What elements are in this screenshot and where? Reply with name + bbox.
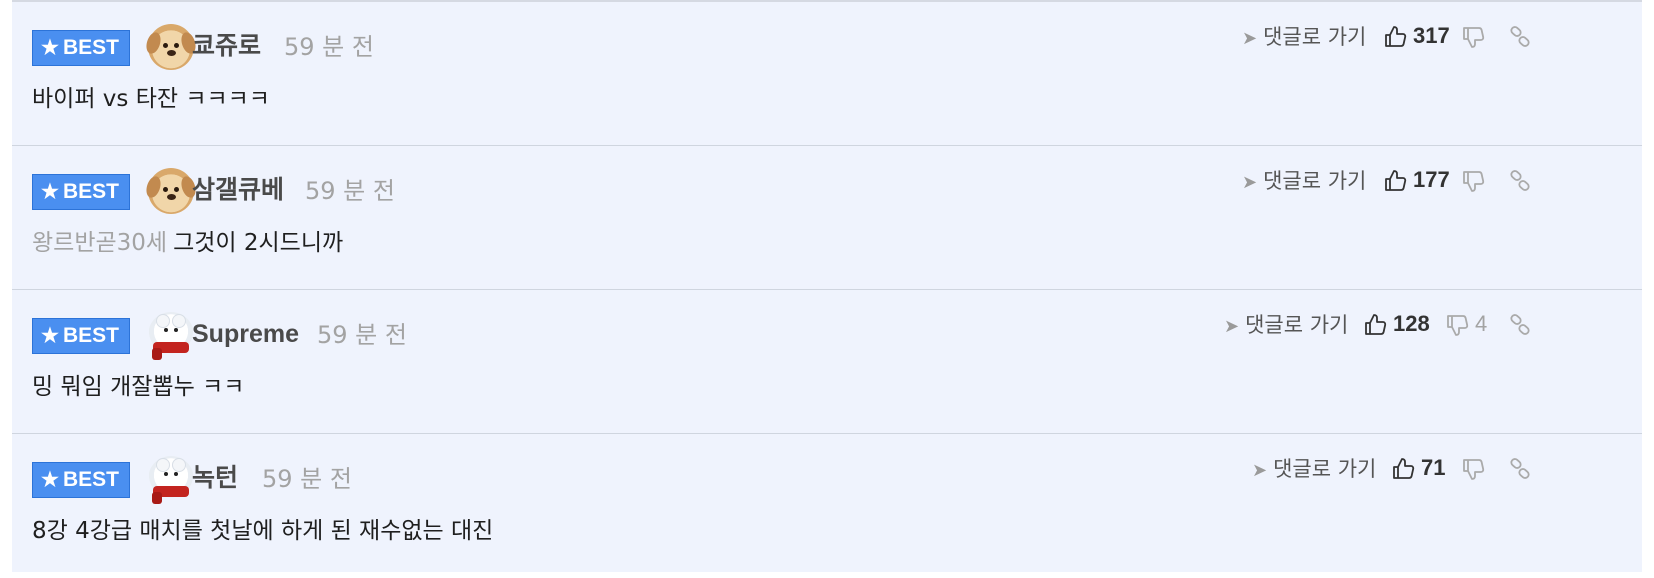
comment-text: 바이퍼 vs 타잔 ㅋㅋㅋㅋ: [32, 82, 270, 116]
thumbs-down-icon[interactable]: [1462, 454, 1486, 484]
upvote-count: 177: [1413, 167, 1450, 192]
best-comments-list: ★ BEST 쿄쥬로 59 분 전 바이퍼 vs 타잔 ㅋㅋㅋㅋ ➤ 댓글로 가기 …: [12, 0, 1642, 572]
username[interactable]: 녹턴: [192, 460, 238, 496]
downvote-count: 4: [1475, 311, 1488, 336]
comment-row: ★ BEST 녹턴 59 분 전 8강 4강급 매치를 첫날에 하게 된 재수없는…: [12, 434, 1642, 578]
send-arrow-icon: ➤: [1224, 316, 1240, 337]
comment-row: ★ BEST Supreme 59 분 전 밍 뭐임 개잘뽑누 ㅋㅋ ➤ 댓글로 가…: [12, 290, 1642, 434]
thumbs-down-icon[interactable]: [1462, 166, 1486, 196]
polar-bear-avatar[interactable]: [148, 456, 194, 504]
comment-text: 왕르반곧30세 그것이 2시드니까: [32, 226, 343, 260]
goto-comment-link[interactable]: ➤ 댓글로 가기: [1242, 166, 1366, 198]
goto-comment-label: 댓글로 가기: [1273, 457, 1377, 481]
goto-comment-label: 댓글로 가기: [1263, 25, 1367, 49]
username[interactable]: Supreme: [192, 316, 299, 352]
star-icon: ★: [41, 181, 59, 203]
timestamp: 59 분 전: [317, 321, 407, 349]
star-icon: ★: [41, 325, 59, 347]
goto-comment-link[interactable]: ➤ 댓글로 가기: [1224, 310, 1348, 342]
comment-row: ★ BEST 쿄쥬로 59 분 전 바이퍼 vs 타잔 ㅋㅋㅋㅋ ➤ 댓글로 가기 …: [12, 2, 1642, 146]
timestamp: 59 분 전: [305, 177, 395, 205]
best-badge-label: BEST: [62, 180, 119, 203]
polar-bear-avatar[interactable]: [148, 312, 194, 360]
puppy-avatar[interactable]: [143, 24, 199, 70]
comment-row: ★ BEST 삼갤큐베 59 분 전 왕르반곧30세 그것이 2시드니까 ➤ 댓글로 …: [12, 146, 1642, 290]
thumbs-up-icon[interactable]: [1392, 454, 1416, 484]
best-badge-label: BEST: [62, 324, 119, 347]
link-icon[interactable]: [1508, 454, 1532, 484]
username[interactable]: 쿄쥬로: [192, 28, 261, 64]
upvote-count: 317: [1413, 23, 1450, 48]
upvote-count: 71: [1421, 455, 1446, 480]
link-icon[interactable]: [1508, 310, 1532, 340]
best-badge: ★ BEST: [32, 318, 130, 354]
star-icon: ★: [41, 469, 59, 491]
goto-comment-label: 댓글로 가기: [1245, 313, 1349, 337]
comment-body: 8강 4강급 매치를 첫날에 하게 된 재수없는 대진: [32, 518, 494, 544]
comment-body: 그것이 2시드니까: [173, 230, 344, 256]
star-icon: ★: [41, 37, 59, 59]
thumbs-up-icon[interactable]: [1384, 166, 1408, 196]
comment-text: 8강 4강급 매치를 첫날에 하게 된 재수없는 대진: [32, 514, 493, 548]
reply-mention[interactable]: 왕르반곧30세: [32, 230, 167, 256]
thumbs-up-icon[interactable]: [1364, 310, 1388, 340]
puppy-avatar[interactable]: [143, 168, 199, 214]
username[interactable]: 삼갤큐베: [192, 172, 284, 208]
best-badge-label: BEST: [62, 468, 119, 491]
send-arrow-icon: ➤: [1242, 172, 1258, 193]
best-badge: ★ BEST: [32, 30, 130, 66]
best-badge: ★ BEST: [32, 174, 130, 210]
best-badge-label: BEST: [62, 36, 119, 59]
comment-body: 밍 뭐임 개잘뽑누 ㅋㅋ: [32, 374, 245, 400]
goto-comment-label: 댓글로 가기: [1263, 169, 1367, 193]
comment-text: 밍 뭐임 개잘뽑누 ㅋㅋ: [32, 370, 244, 404]
timestamp: 59 분 전: [262, 465, 352, 493]
link-icon[interactable]: [1508, 166, 1532, 196]
comment-body: 바이퍼 vs 타잔 ㅋㅋㅋㅋ: [32, 86, 270, 112]
thumbs-up-icon[interactable]: [1384, 22, 1408, 52]
best-badge: ★ BEST: [32, 462, 130, 498]
send-arrow-icon: ➤: [1252, 460, 1268, 481]
thumbs-down-icon[interactable]: [1446, 310, 1470, 340]
timestamp: 59 분 전: [284, 33, 374, 61]
send-arrow-icon: ➤: [1242, 28, 1258, 49]
upvote-count: 128: [1393, 311, 1430, 336]
link-icon[interactable]: [1508, 22, 1532, 52]
thumbs-down-icon[interactable]: [1462, 22, 1486, 52]
goto-comment-link[interactable]: ➤ 댓글로 가기: [1242, 22, 1366, 54]
goto-comment-link[interactable]: ➤ 댓글로 가기: [1252, 454, 1376, 486]
